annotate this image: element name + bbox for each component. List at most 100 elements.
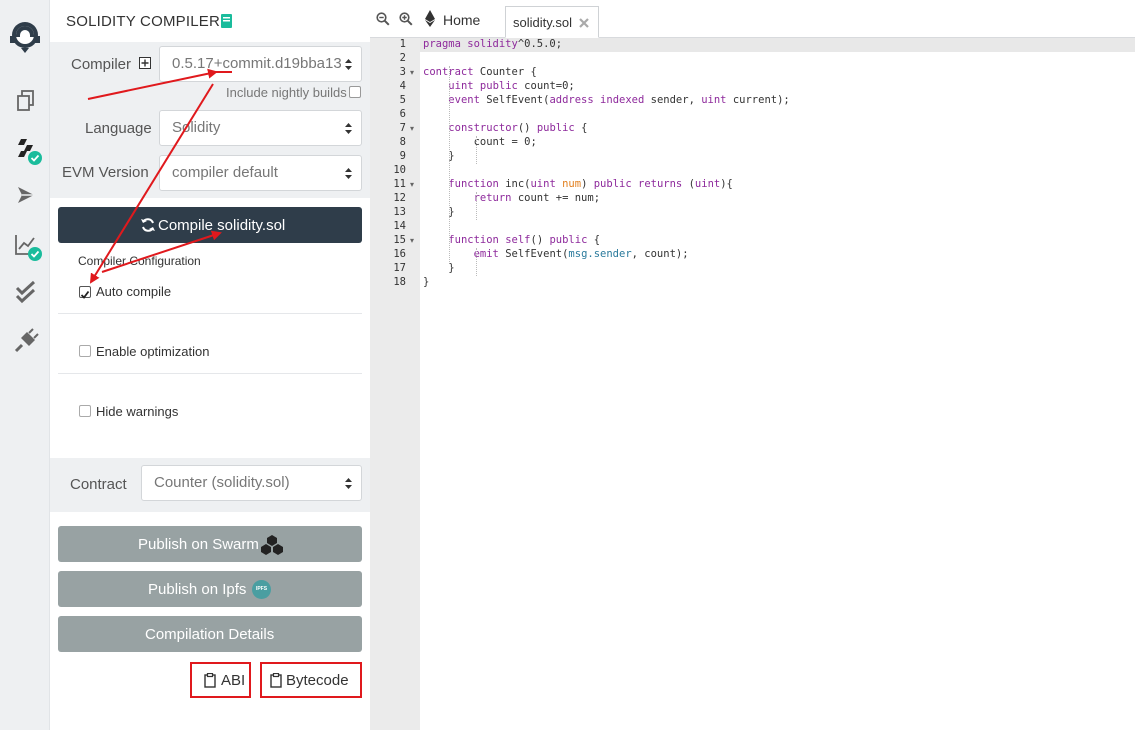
compiler-version-value: 0.5.17+commit.d19bba13 bbox=[172, 55, 342, 72]
code-line: constructor() public { bbox=[423, 122, 587, 134]
fold-toggle-icon[interactable]: ▾ bbox=[410, 236, 414, 245]
compilation-details-button[interactable]: Compilation Details bbox=[58, 616, 362, 652]
code-token: return bbox=[473, 192, 512, 204]
compile-button-label: Compile solidity.sol bbox=[158, 217, 286, 234]
solidity-compiler-icon[interactable] bbox=[13, 136, 42, 165]
select-arrow-icon bbox=[345, 59, 352, 70]
line-number: 14 bbox=[393, 220, 406, 232]
tab-file-label: solidity.sol bbox=[513, 15, 573, 30]
line-number: 2 bbox=[399, 52, 406, 64]
code-token: function bbox=[448, 234, 499, 246]
code-token: event bbox=[448, 94, 480, 106]
compiler-version-select[interactable]: 0.5.17+commit.d19bba13 bbox=[159, 46, 362, 82]
language-label: Language bbox=[85, 120, 152, 137]
include-nightly-checkbox[interactable] bbox=[349, 86, 361, 98]
divider bbox=[58, 373, 362, 374]
code-token: SelfEvent( bbox=[498, 248, 569, 260]
code-line: function inc(uint num) public returns (u… bbox=[423, 178, 733, 190]
code-token: ){ bbox=[720, 178, 733, 190]
contract-value: Counter (solidity.sol) bbox=[154, 474, 290, 491]
line-number: 6 bbox=[399, 108, 406, 120]
code-editor[interactable]: pragma solidity^0.5.0; contract Counter {… bbox=[420, 38, 1135, 730]
line-number: 18 bbox=[393, 276, 406, 288]
select-arrow-icon bbox=[345, 478, 352, 489]
language-value: Solidity bbox=[172, 119, 221, 136]
compile-button[interactable]: Compile solidity.sol bbox=[58, 207, 362, 243]
code-token: pragma solidity bbox=[423, 38, 518, 50]
ipfs-icon-label: IPFS bbox=[255, 586, 268, 592]
contract-select[interactable]: Counter (solidity.sol) bbox=[141, 465, 362, 501]
close-icon[interactable] bbox=[578, 17, 590, 29]
clipboard-icon bbox=[204, 673, 216, 688]
fold-toggle-icon[interactable]: ▾ bbox=[410, 180, 414, 189]
evm-version-value: compiler default bbox=[172, 164, 278, 181]
remix-logo-icon[interactable] bbox=[6, 18, 44, 56]
code-line: } bbox=[423, 276, 429, 288]
zoom-in-icon[interactable] bbox=[399, 12, 413, 26]
compiler-configuration-title: Compiler Configuration bbox=[78, 254, 201, 268]
code-token: address bbox=[549, 94, 594, 106]
line-number: 12 bbox=[393, 192, 406, 204]
evm-version-label: EVM Version bbox=[62, 164, 149, 181]
deploy-run-icon[interactable] bbox=[13, 182, 39, 208]
panel-title: SOLIDITY COMPILER bbox=[66, 13, 220, 30]
analysis-icon[interactable] bbox=[13, 232, 42, 261]
publish-ipfs-label: Publish on Ipfs bbox=[148, 581, 247, 598]
abi-label: ABI bbox=[221, 672, 246, 689]
code-token: { bbox=[587, 234, 601, 246]
tab-home[interactable]: Home bbox=[424, 10, 480, 31]
publish-swarm-button[interactable]: Publish on Swarm bbox=[58, 526, 362, 562]
tab-solidity-file[interactable]: solidity.sol bbox=[505, 6, 599, 38]
code-token: ^0.5.0; bbox=[517, 38, 563, 50]
file-explorer-icon[interactable] bbox=[13, 87, 39, 113]
enable-optimization-label: Enable optimization bbox=[96, 344, 210, 359]
code-token: uint bbox=[448, 80, 474, 92]
bytecode-label: Bytecode bbox=[286, 672, 349, 689]
panel-header: SOLIDITY COMPILER bbox=[50, 0, 370, 42]
divider bbox=[58, 313, 362, 314]
ethereum-icon bbox=[425, 10, 435, 27]
code-token: uint bbox=[694, 178, 721, 190]
line-number: 4 bbox=[399, 80, 406, 92]
bytecode-button[interactable]: Bytecode bbox=[260, 662, 362, 698]
fold-toggle-icon[interactable]: ▾ bbox=[410, 124, 414, 133]
auto-compile-checkbox[interactable] bbox=[79, 286, 91, 299]
code-line: emit SelfEvent(msg.sender, count); bbox=[423, 248, 689, 260]
add-compiler-icon[interactable] bbox=[139, 56, 151, 69]
code-token: ) bbox=[581, 178, 594, 190]
code-line: pragma solidity^0.5.0; bbox=[423, 38, 562, 50]
code-token: } bbox=[423, 276, 430, 288]
hide-warnings-checkbox[interactable] bbox=[79, 405, 91, 417]
code-token: public bbox=[549, 234, 588, 246]
line-number-gutter: 1 2 3 ▾ 4 5 6 7 ▾ 8 9 10 11 ▾ 12 13 14 15 ▾ 16 17 18 bbox=[370, 38, 420, 730]
ipfs-icon: IPFS bbox=[252, 580, 271, 599]
code-token: SelfEvent( bbox=[479, 94, 550, 106]
enable-optimization-checkbox[interactable] bbox=[79, 345, 91, 357]
evm-version-select[interactable]: compiler default bbox=[159, 155, 362, 191]
fold-toggle-icon[interactable]: ▾ bbox=[410, 68, 414, 77]
line-number: 17 bbox=[393, 262, 406, 274]
code-token: Counter { bbox=[473, 66, 537, 78]
code-token: indexed bbox=[600, 94, 645, 106]
hide-warnings-label: Hide warnings bbox=[96, 404, 179, 419]
plugin-manager-icon[interactable] bbox=[13, 328, 39, 354]
zoom-out-icon[interactable] bbox=[376, 12, 390, 26]
check-icon bbox=[80, 290, 90, 299]
indent-guide bbox=[476, 248, 477, 276]
testing-icon[interactable] bbox=[13, 280, 39, 306]
language-select[interactable]: Solidity bbox=[159, 110, 362, 146]
code-token: emit bbox=[473, 248, 499, 260]
line-number: 9 bbox=[399, 150, 406, 162]
line-number: 13 bbox=[393, 206, 406, 218]
indent-guide bbox=[476, 192, 477, 220]
line-number: 11 bbox=[393, 178, 406, 190]
code-token: count = 0; bbox=[423, 136, 537, 148]
abi-button[interactable]: ABI bbox=[190, 662, 251, 698]
code-token: num bbox=[562, 178, 582, 190]
documentation-book-icon[interactable] bbox=[220, 14, 233, 28]
publish-ipfs-button[interactable]: Publish on Ipfs IPFS bbox=[58, 571, 362, 607]
code-token: { bbox=[574, 122, 588, 134]
